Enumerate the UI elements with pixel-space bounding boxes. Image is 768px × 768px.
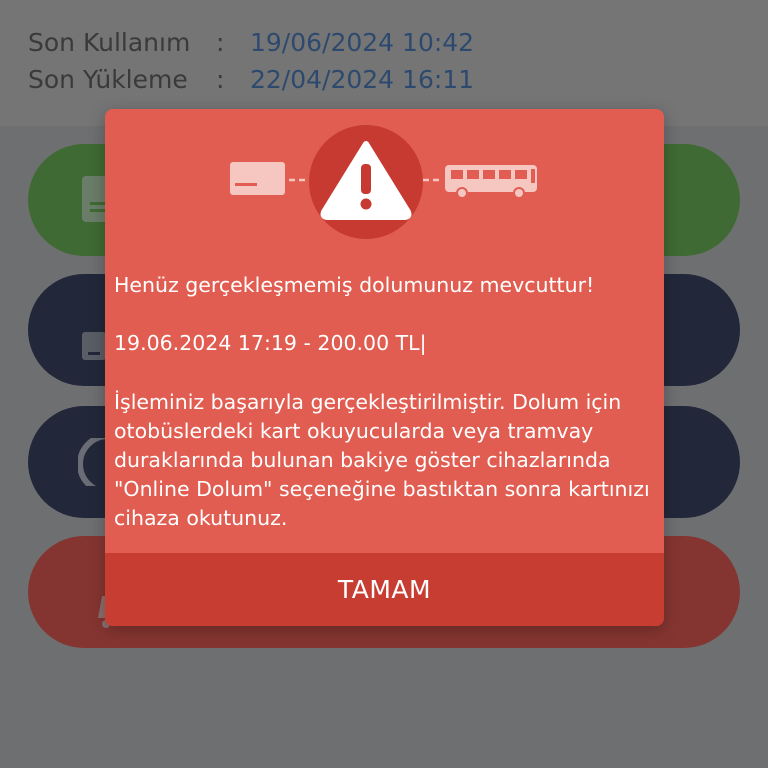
card-info-header: Son Kullanım : 19/06/2024 10:42 Son Yükl… — [0, 0, 768, 126]
pending-amount: 19.06.2024 17:19 - 200.00 TL| — [114, 331, 427, 355]
pending-load-dialog: Henüz gerçekleşmemiş dolumunuz mevcuttur… — [105, 109, 664, 626]
last-load-value: 22/04/2024 16:11 — [250, 64, 475, 94]
last-used-row: Son Kullanım : 19/06/2024 10:42 — [28, 22, 474, 62]
card-icon — [230, 162, 285, 195]
dialog-message: İşleminiz başarıyla gerçekleştirilmiştir… — [114, 390, 650, 530]
dialog-illustration — [230, 125, 537, 239]
separator: : — [216, 64, 225, 94]
last-used-value: 19/06/2024 10:42 — [250, 27, 475, 57]
warning-icon — [309, 125, 423, 239]
last-used-label: Son Kullanım — [28, 27, 191, 57]
dialog-heading: Henüz gerçekleşmemiş dolumunuz mevcuttur… — [114, 273, 595, 297]
ok-button[interactable]: TAMAM — [105, 553, 664, 626]
last-load-label: Son Yükleme — [28, 64, 188, 94]
separator: : — [216, 27, 225, 57]
last-load-row: Son Yükleme : 22/04/2024 16:11 — [28, 59, 474, 99]
bus-icon — [445, 165, 537, 199]
